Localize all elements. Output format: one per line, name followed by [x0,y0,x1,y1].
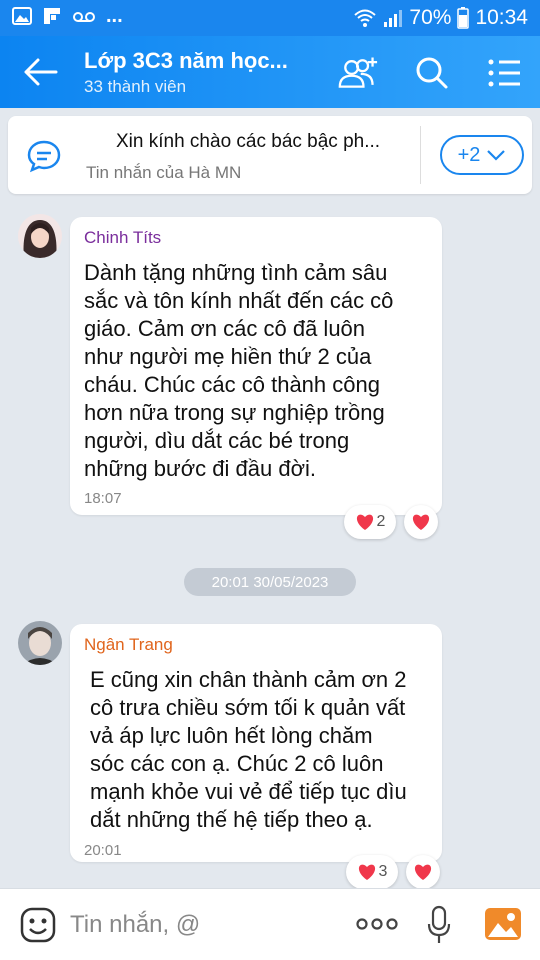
sender-name: Ngân Trang [84,635,173,654]
voicemail-icon [73,12,95,22]
message-input-bar: Tin nhắn, @ [0,888,540,960]
emoji-icon[interactable] [20,907,56,943]
message-line: E cũng xin chân thành cảm ơn 2 [90,667,407,692]
wifi-icon [354,9,377,27]
message-line: như người mẹ hiền thứ 2 của [84,344,372,369]
message-bubble[interactable]: Ngân Trang E cũng xin chân thành cảm ơn … [70,624,442,862]
flipboard-icon [44,8,60,24]
more-pinned-label: +2 [457,143,481,166]
avatar[interactable] [18,621,62,665]
message-line: những bước đi đầu đời. [84,456,316,481]
reaction-summary[interactable]: 2 [344,505,396,539]
status-time: 10:34 [475,6,528,29]
pinned-text: Xin kính chào các bác bậc ph... [116,131,381,152]
search-icon[interactable] [412,54,452,92]
avatar[interactable] [18,214,62,258]
group-title[interactable]: Lớp 3C3 năm học... [84,48,314,74]
heart-icon [414,864,432,880]
member-count: 33 thành viên [84,77,187,96]
photo-icon[interactable] [484,907,522,941]
message-time: 20:01 [84,842,122,859]
more-options-icon[interactable] [356,917,398,931]
message-time: 18:07 [84,490,122,507]
heart-icon [356,514,373,530]
sender-name: Chinh Títs [84,228,162,247]
status-overflow-dots: ... [106,5,123,27]
message-text: Dành tặng những tình cảm sâu sắc và tôn … [84,259,393,483]
message-line: cháu. Chúc các cô thành công [84,372,380,397]
react-button[interactable] [406,855,440,889]
message-line: sắc và tôn kính nhất đến các cô [84,288,394,313]
more-pinned-button[interactable]: +2 [440,135,524,175]
message-line: sóc các con ạ. Chúc 2 cô luôn [90,751,384,776]
message-text: E cũng xin chân thành cảm ơn 2 cô trưa c… [90,666,407,834]
pinned-message[interactable]: Xin kính chào các bác bậc ph... Tin nhắn… [8,116,532,194]
message-line: mạnh khỏe vui vẻ để tiếp tục dìu [90,779,407,804]
back-arrow-icon[interactable] [22,56,58,88]
chat-header: Lớp 3C3 năm học... 33 thành viên [0,36,540,108]
message-input[interactable]: Tin nhắn, @ [70,911,200,939]
microphone-icon[interactable] [426,905,452,945]
gallery-icon [12,7,32,25]
message-bubble[interactable]: Chinh Títs Dành tặng những tình cảm sâu … [70,217,442,515]
reaction-count: 3 [378,863,388,880]
message-line: dắt những thế hệ tiếp theo ạ. [90,807,373,832]
avatar-image [18,621,62,665]
react-button[interactable] [404,505,438,539]
message-line: người, dìu dắt các bé trong [84,428,350,453]
pinned-sender: Tin nhắn của Hà MN [86,163,242,182]
reaction-count: 2 [376,513,386,530]
status-bar: ... 70% 10:34 [0,0,540,36]
reaction-summary[interactable]: 3 [346,855,398,889]
heart-icon [358,864,375,880]
add-member-icon[interactable] [338,54,378,92]
chevron-down-icon [487,150,506,161]
signal-icon [384,10,403,27]
message-line: Dành tặng những tình cảm sâu [84,260,388,285]
message-line: hơn nữa trong sự nghiệp trồng [84,400,385,425]
message-bubble-icon [27,140,61,173]
battery-icon [457,7,470,29]
message-line: vả áp lực luôn hết lòng chăm [90,723,373,748]
heart-icon [412,514,430,530]
battery-percent: 70% [409,6,452,29]
avatar-image [18,214,62,258]
date-separator: 20:01 30/05/2023 [184,568,356,596]
message-line: cô trưa chiều sớm tối k quản vất [90,695,406,720]
divider [420,126,421,184]
menu-icon[interactable] [486,54,526,92]
message-line: giáo. Cảm ơn các cô đã luôn [84,316,366,341]
